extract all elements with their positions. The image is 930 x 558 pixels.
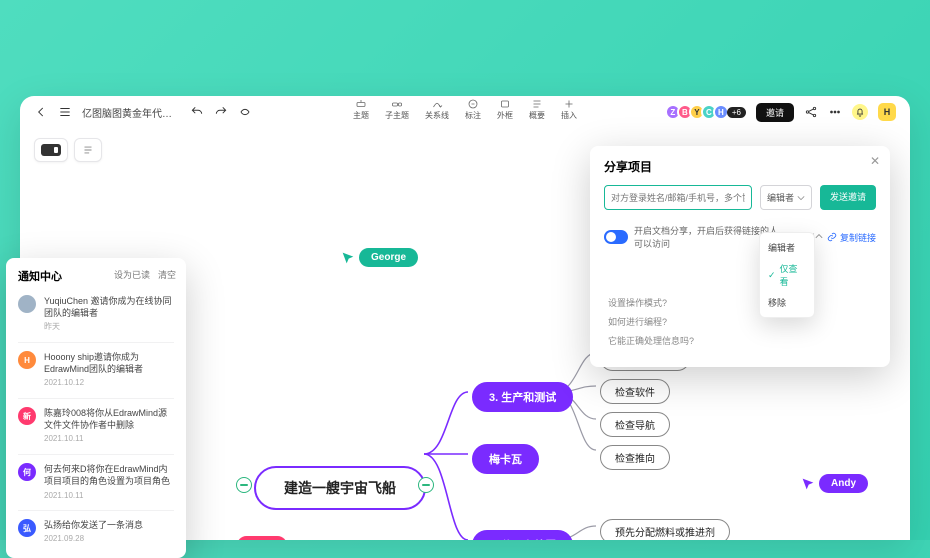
tool-relation[interactable]: 关系线 [425,98,449,121]
tool-summary[interactable]: 概要 [529,98,545,121]
mark-read-button[interactable]: 设为已读 [114,268,150,281]
notification-item[interactable]: 新 陈嘉玲008将你从EdrawMind源文件文件协作者中删除2021.10.1… [18,398,174,445]
role-dropdown: 编辑者 ✓仅查看 移除 [759,232,815,318]
tool-insert[interactable]: 插入 [561,98,577,121]
collaborator-avatars[interactable]: Z B Y C H +6 [669,104,746,120]
clear-button[interactable]: 清空 [158,268,176,281]
tool-topic[interactable]: 主题 [353,98,369,121]
me-avatar[interactable]: H [878,103,896,121]
bell-icon[interactable] [852,104,868,120]
avatar: 新 [18,407,36,425]
role-select[interactable]: 编辑者 [760,185,812,210]
leaf-node[interactable]: 检查推向 [600,445,670,470]
root-node[interactable]: 建造一艘宇宙飞船 [254,466,426,510]
role-option[interactable]: 编辑者 [760,237,814,258]
role-option[interactable]: ✓仅查看 [760,258,814,292]
expand-port[interactable] [418,477,434,493]
notification-text: YuqiuChen 邀请你成为在线协同团队的编辑者昨天 [44,295,174,333]
notification-item[interactable]: H Hooony ship邀请你成为EdrawMind团队的编辑者2021.10… [18,342,174,389]
notification-text: 陈嘉玲008将你从EdrawMind源文件文件协作者中删除2021.10.11 [44,407,174,445]
leaf-node[interactable]: 检查导航 [600,412,670,437]
leaf-node[interactable]: 检查软件 [600,379,670,404]
public-toggle[interactable] [604,230,628,244]
tool-outline[interactable]: 外框 [497,98,513,121]
redo-icon[interactable] [214,105,228,119]
share-popover: ✕ 分享项目 编辑者 发送邀请 开启文档分享，开启后获得链接的人可以访问 编辑者… [590,146,890,367]
share-footer-hints: 设置操作模式? 如何进行编程? 它能正确处理信息吗? [604,296,876,347]
collab-cursor: George [340,248,418,267]
notification-text: 弘扬给你发送了一条消息2021.09.28 [44,519,143,545]
back-icon[interactable] [34,105,48,119]
notification-item[interactable]: 弘 弘扬给你发送了一条消息2021.09.28 [18,510,174,545]
copy-link-button[interactable]: 复制链接 [827,231,876,244]
avatar: 何 [18,463,36,481]
collab-cursor: Andy [800,474,868,493]
avatar-overflow: +6 [727,107,746,118]
notification-panel: 通知中心 设为已读 清空 YuqiuChen 邀请你成为在线协同团队的编辑者昨天… [6,258,186,558]
avatar: 弘 [18,519,36,537]
toolbar-center: 主题 子主题 关系线 标注 外框 概要 插入 [353,98,577,121]
share-title: 分享项目 [604,158,876,175]
send-invite-button[interactable]: 发送邀请 [820,185,876,210]
notification-item[interactable]: 何 何去何来D将你在EdrawMind内项目项目的角色设置为项目角色2021.1… [18,454,174,501]
branch-node[interactable]: 4. 使用和处置 [472,530,573,540]
notification-text: 何去何来D将你在EdrawMind内项目项目的角色设置为项目角色2021.10.… [44,463,174,501]
collapse-port[interactable] [236,477,252,493]
undo-icon[interactable] [190,105,204,119]
role-option[interactable]: 移除 [760,292,814,313]
share-icon[interactable] [804,105,818,119]
document-title: 亿图脑图黄金年代… [82,105,172,120]
more-icon[interactable] [828,105,842,119]
tool-subtopic[interactable]: 子主题 [385,98,409,121]
menu-icon[interactable] [58,105,72,119]
avatar: H [18,351,36,369]
invite-button[interactable]: 邀请 [756,103,794,122]
collab-cursor: Omar [218,536,287,540]
paint-icon[interactable] [238,105,252,119]
avatar [18,295,36,313]
share-input[interactable] [604,185,752,210]
topbar: 亿图脑图黄金年代… 主题 子主题 关系线 标注 外框 概要 插入 Z B Y C… [20,96,910,128]
close-icon[interactable]: ✕ [870,154,880,168]
notification-text: Hooony ship邀请你成为EdrawMind团队的编辑者2021.10.1… [44,351,174,389]
branch-node[interactable]: 3. 生产和测试 [472,382,573,412]
notification-item[interactable]: YuqiuChen 邀请你成为在线协同团队的编辑者昨天 [18,293,174,333]
tool-note[interactable]: 标注 [465,98,481,121]
leaf-node[interactable]: 预先分配燃料或推进剂 [600,519,730,540]
branch-node[interactable]: 梅卡瓦 [472,444,539,474]
